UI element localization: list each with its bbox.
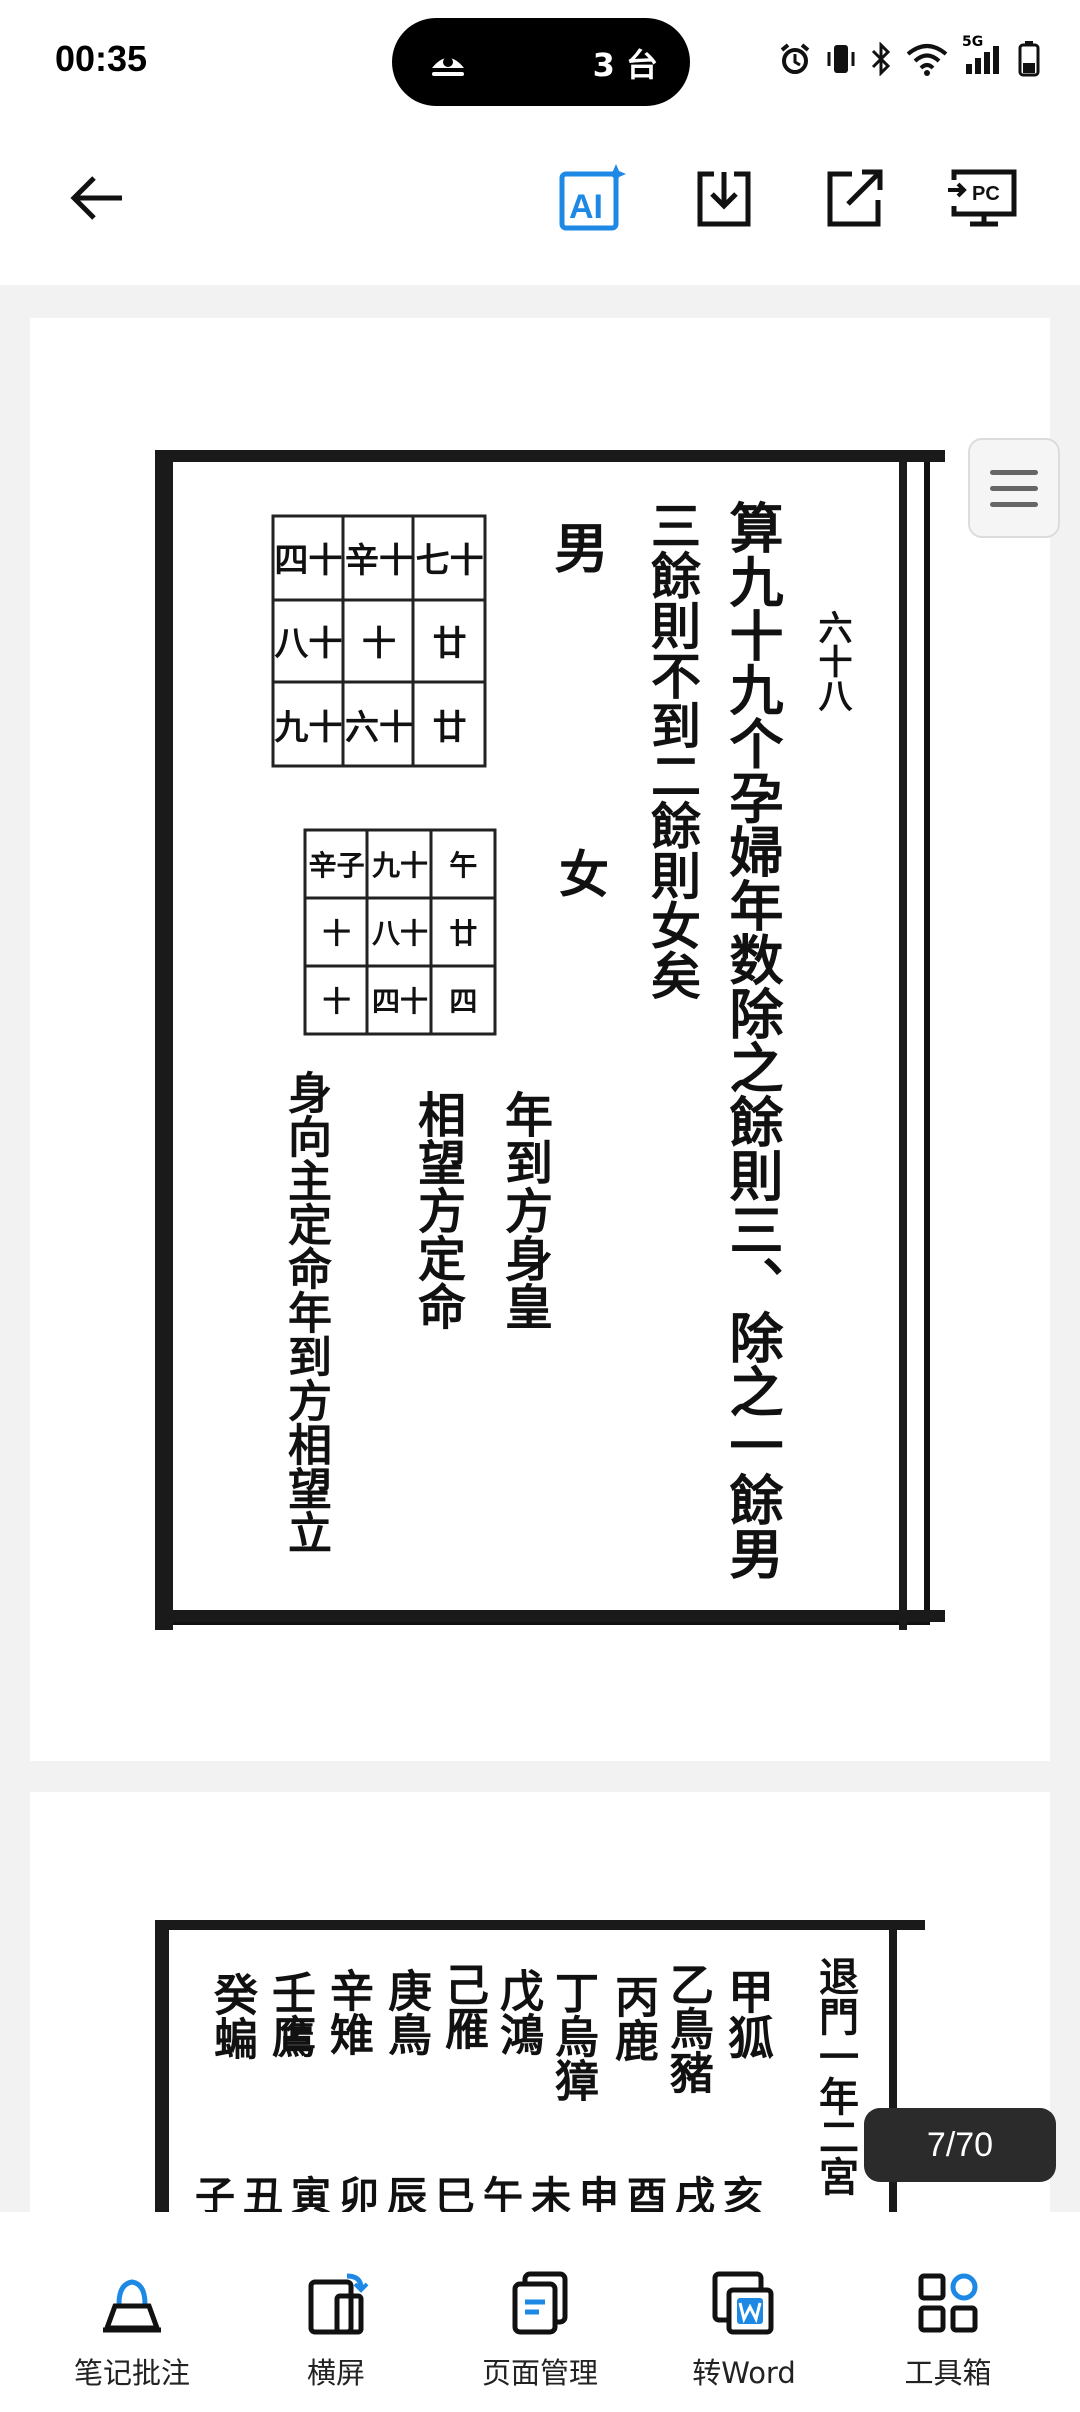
download-button[interactable] [684, 158, 764, 238]
landscape-button[interactable]: 横屏 [228, 2212, 444, 2412]
zodiac-col-6: 己雁 [437, 1962, 488, 2050]
toolbox-label: 工具箱 [904, 2356, 992, 2390]
female-grid: 辛子 九十 午 十 八十 廿 十 四十 四 [305, 830, 495, 1034]
wifi-icon [906, 42, 948, 80]
male-grid: 四十 辛十 七十 八十 十 廿 九十 六十 廿 [273, 516, 485, 766]
page-menu-button[interactable] [968, 438, 1060, 538]
grid-cell: 四 [449, 985, 478, 1018]
status-bar: 00:35 3 台 5G [0, 0, 1080, 130]
top-toolbar: AI PC [0, 130, 1080, 285]
grid-cell: 廿 [432, 624, 467, 665]
connected-devices-count: 3 台 [592, 46, 658, 84]
page-manage-label: 页面管理 [481, 2356, 598, 2390]
zodiac-col-9: 壬鷹 [264, 1970, 315, 2058]
male-label: 男 [545, 520, 609, 574]
grid-cell: 十 [361, 624, 396, 665]
bluetooth-icon [870, 41, 892, 80]
note-text-3: 身向主定命年到方相望立 [280, 1070, 331, 1554]
share-button[interactable] [814, 158, 894, 238]
grid-cell: 辛十 [344, 541, 413, 582]
grid-cell: 十 [322, 985, 351, 1018]
ai-icon: AI [559, 164, 626, 231]
page-manage-button[interactable]: 页面管理 [432, 2212, 648, 2412]
grid-cell: 四十 [371, 985, 428, 1018]
grid-cell: 廿 [449, 917, 478, 950]
pen-annotate-icon [103, 2279, 161, 2333]
to-word-label: 转Word [692, 2356, 796, 2390]
multi-device-icon [432, 57, 464, 76]
scanned-page-image-2: 甲狐 乙鳥豬 丙鹿 丁烏獐 戊鴻 己雁 庚鳥 辛雉 壬鷹 癸蝙 退門一年二宮 亥… [155, 1920, 925, 2212]
grid-cell: 辛子 [308, 849, 365, 882]
back-button[interactable] [56, 158, 136, 238]
grid-cell: 七十 [415, 541, 484, 582]
page-number-text: 六十八 [812, 610, 852, 712]
grid-cell: 九十 [274, 707, 343, 748]
landscape-label: 横屏 [306, 2356, 365, 2390]
main-text-line-2: 三餘則不到二餘則女矣 [643, 500, 702, 1000]
toolbox-button[interactable]: 工具箱 [840, 2212, 1056, 2412]
download-icon [697, 171, 751, 227]
toolbox-icon [918, 2273, 978, 2333]
menu-line [990, 485, 1038, 491]
pc-label: PC [972, 183, 1000, 205]
grid-cell: 六十 [344, 707, 413, 748]
grid-cell: 廿 [432, 707, 467, 748]
menu-line [990, 469, 1038, 475]
clock: 00:35 [55, 38, 148, 79]
grid-cell: 九十 [371, 849, 428, 882]
grid-cell: 四十 [274, 541, 343, 582]
zodiac-col-2: 乙鳥豬 [662, 1962, 713, 2094]
document-page-7[interactable]: 六十八 算九十九个孕婦年数除之餘則三、除之一餘男 三餘則不到二餘則女矣 男 女 … [30, 318, 1050, 1761]
main-text-line-1: 算九十九个孕婦年数除之餘則三、除之一餘男 [720, 500, 784, 1580]
grid-cell: 八十 [371, 917, 428, 950]
pdf-viewer-screen: 00:35 3 台 5G AI PC 六十八 算九十九个孕婦年数除之餘則三、除之… [0, 0, 1080, 2412]
menu-line [990, 501, 1038, 507]
ai-label: AI [569, 188, 603, 226]
page-indicator[interactable]: 7/70 [864, 2108, 1056, 2182]
female-label: 女 [551, 848, 610, 898]
page-manage-icon [512, 2271, 568, 2335]
note-text-2: 相望方定命 [409, 1090, 465, 1330]
grid-cell: 十 [322, 917, 351, 950]
vibrate-icon [826, 42, 856, 80]
rotate-landscape-icon [308, 2273, 369, 2335]
system-icons: 5G [778, 34, 1040, 86]
to-word-button[interactable]: 转Word [636, 2212, 852, 2412]
cellular-signal-icon: 5G [962, 34, 1004, 80]
annotate-button[interactable]: 笔记批注 [24, 2212, 240, 2412]
side-text: 退門一年二宮 [812, 1956, 859, 2196]
zodiac-col-8: 辛雉 [322, 1968, 373, 2056]
network-type-label: 5G [962, 34, 984, 50]
share-icon [827, 169, 883, 227]
zodiac-col-7: 庚鳥 [380, 1968, 431, 2056]
earthly-branches-row: 亥戌酉申未午巳辰卯寅丑子 [195, 2173, 771, 2212]
grid-cell: 八十 [274, 624, 343, 665]
zodiac-col-3: 丙鹿 [607, 1974, 658, 2062]
zodiac-col-5: 戊鴻 [492, 1968, 543, 2056]
annotate-label: 笔记批注 [73, 2356, 190, 2390]
battery-icon [1018, 41, 1040, 81]
word-convert-icon [712, 2271, 774, 2335]
ai-button[interactable]: AI [552, 158, 632, 238]
grid-cell: 午 [449, 849, 478, 882]
alarm-icon [778, 42, 812, 80]
dynamic-island[interactable]: 3 台 [392, 18, 690, 106]
pc-cast-icon: PC [948, 169, 1017, 227]
scanned-page-image: 六十八 算九十九个孕婦年数除之餘則三、除之一餘男 三餘則不到二餘則女矣 男 女 … [155, 450, 945, 1630]
bottom-toolbar: 笔记批注 横屏 页面管理 转Word 工具箱 [0, 2212, 1080, 2412]
note-text-1: 年到方身皇 [496, 1090, 552, 1330]
zodiac-col-10: 癸蝙 [206, 1972, 257, 2060]
back-arrow-icon [70, 176, 122, 220]
zodiac-col-4: 丁烏獐 [547, 1970, 598, 2102]
pc-cast-button[interactable]: PC [942, 158, 1022, 238]
zodiac-col-1: 甲狐 [721, 1968, 775, 2060]
